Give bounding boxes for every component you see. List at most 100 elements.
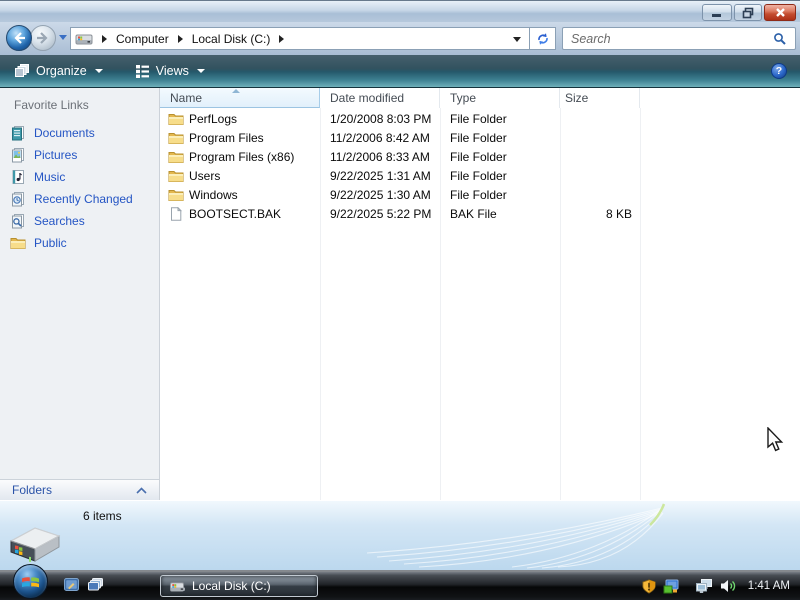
pictures-icon [12, 148, 24, 163]
item-count-label: 6 items [83, 509, 122, 523]
quick-launch [64, 578, 103, 591]
column-header-label: Size [565, 91, 589, 105]
minimize-icon [712, 13, 721, 17]
recently-changed-icon [12, 192, 24, 207]
security-shield-icon[interactable] [642, 578, 656, 594]
favorite-links-header: Favorite Links [14, 98, 89, 112]
breadcrumb-separator-icon [177, 34, 183, 43]
drive-details-icon [9, 527, 61, 563]
close-button[interactable] [764, 4, 796, 21]
file-type: File Folder [450, 130, 507, 145]
column-header-label: Type [450, 91, 477, 105]
navigation-pane: Favorite Links Documents Pictures Music … [0, 88, 160, 500]
sidebar-item-label: Music [34, 170, 66, 184]
organize-button[interactable]: Organize [4, 59, 113, 83]
hard-drive-icon [75, 34, 93, 44]
column-header-filler [640, 88, 800, 108]
file-name: Windows [189, 187, 238, 202]
column-headers: Name Date modified Type Size [160, 88, 800, 108]
chevron-up-icon [136, 486, 147, 494]
searches-icon [12, 214, 24, 229]
folder-icon [168, 132, 184, 144]
folder-icon [168, 151, 184, 163]
music-icon [12, 170, 24, 184]
network-icon[interactable] [695, 578, 713, 594]
show-desktop-icon[interactable] [64, 578, 79, 591]
file-row-windows[interactable]: Windows 9/22/2025 1:30 AM File Folder [160, 185, 800, 204]
system-tray: 1:41 AM [642, 572, 790, 600]
file-row-bootsect-bak[interactable]: BOOTSECT.BAK 9/22/2025 5:22 PM BAK File … [160, 204, 800, 223]
file-type: File Folder [450, 149, 507, 164]
refresh-icon [537, 32, 548, 45]
sidebar-item-documents[interactable]: Documents [0, 122, 159, 144]
forward-button[interactable] [30, 25, 56, 51]
sidebar-item-searches[interactable]: Searches [0, 210, 159, 232]
search-input[interactable]: Search [562, 27, 796, 50]
column-header-date-modified[interactable]: Date modified [320, 88, 440, 108]
taskbar-button-label: Local Disk (C:) [192, 579, 271, 593]
details-pane: 6 items [0, 500, 800, 570]
documents-icon [12, 126, 24, 141]
start-orb-flag-icon [22, 577, 39, 588]
file-row-users[interactable]: Users 9/22/2025 1:31 AM File Folder [160, 166, 800, 185]
breadcrumb-local-disk-c[interactable]: Local Disk (C:) [192, 32, 271, 46]
public-folder-icon [10, 238, 26, 249]
breadcrumb-separator-icon [102, 34, 107, 43]
minimize-button[interactable] [702, 4, 732, 21]
title-bar [0, 0, 800, 22]
file-date: 9/22/2025 5:22 PM [330, 206, 432, 221]
sidebar-item-pictures[interactable]: Pictures [0, 144, 159, 166]
address-bar[interactable]: Computer Local Disk (C:) [70, 27, 530, 50]
sidebar-item-label: Public [34, 236, 67, 250]
views-button[interactable]: Views [125, 59, 215, 83]
help-button[interactable]: ? [771, 63, 787, 79]
file-row-program-files[interactable]: Program Files 11/2/2006 8:42 AM File Fol… [160, 128, 800, 147]
sidebar-item-music[interactable]: Music [0, 166, 159, 188]
file-type: File Folder [450, 187, 507, 202]
breadcrumb-computer[interactable]: Computer [116, 32, 169, 46]
file-name: Program Files [189, 130, 264, 145]
column-header-label: Name [170, 90, 203, 105]
folder-icon [168, 189, 184, 201]
restore-icon [742, 7, 754, 18]
file-row-program-files-x86[interactable]: Program Files (x86) 11/2/2006 8:33 AM Fi… [160, 147, 800, 166]
sidebar-item-recently-changed[interactable]: Recently Changed [0, 188, 159, 210]
organize-label: Organize [36, 64, 87, 78]
folder-icon [168, 170, 184, 182]
file-date: 1/20/2008 8:03 PM [330, 111, 432, 126]
file-date: 9/22/2025 1:30 AM [330, 187, 431, 202]
search-icon[interactable] [773, 32, 787, 46]
taskbar: Local Disk (C:) 1:41 AM [0, 564, 800, 600]
volume-icon[interactable] [720, 579, 737, 593]
folders-band[interactable]: Folders [0, 479, 159, 500]
switch-windows-icon[interactable] [88, 578, 103, 591]
file-type: File Folder [450, 111, 507, 126]
back-button[interactable] [6, 25, 32, 51]
sidebar-item-public[interactable]: Public [0, 232, 159, 254]
folder-icon [168, 113, 184, 125]
file-date: 9/22/2025 1:31 AM [330, 168, 431, 183]
breadcrumb-separator-icon [279, 34, 285, 43]
refresh-button[interactable] [530, 27, 556, 50]
file-name: BOOTSECT.BAK [189, 206, 282, 221]
navigation-bar: Computer Local Disk (C:) Search [0, 22, 800, 55]
start-button[interactable] [13, 564, 48, 599]
sidebar-item-label: Recently Changed [34, 192, 133, 206]
cursor-arrow [767, 427, 784, 452]
taskbar-button-local-disk-c[interactable]: Local Disk (C:) [160, 575, 318, 597]
column-header-size[interactable]: Size [560, 88, 640, 108]
restore-button[interactable] [734, 4, 762, 21]
sidebar-item-label: Searches [34, 214, 85, 228]
file-type: BAK File [450, 206, 497, 221]
column-header-name[interactable]: Name [160, 88, 320, 108]
desktop: Computer Local Disk (C:) Search Organize… [0, 0, 800, 600]
address-dropdown-icon[interactable] [513, 37, 521, 42]
tray-app-icon[interactable] [663, 579, 679, 594]
recent-pages-dropdown[interactable] [59, 35, 67, 40]
file-row-perflogs[interactable]: PerfLogs 1/20/2008 8:03 PM File Folder [160, 109, 800, 128]
views-dropdown-icon [196, 69, 205, 73]
taskbar-clock[interactable]: 1:41 AM [748, 580, 790, 592]
forward-icon [37, 32, 48, 44]
column-header-type[interactable]: Type [440, 88, 560, 108]
window-controls [702, 4, 796, 21]
